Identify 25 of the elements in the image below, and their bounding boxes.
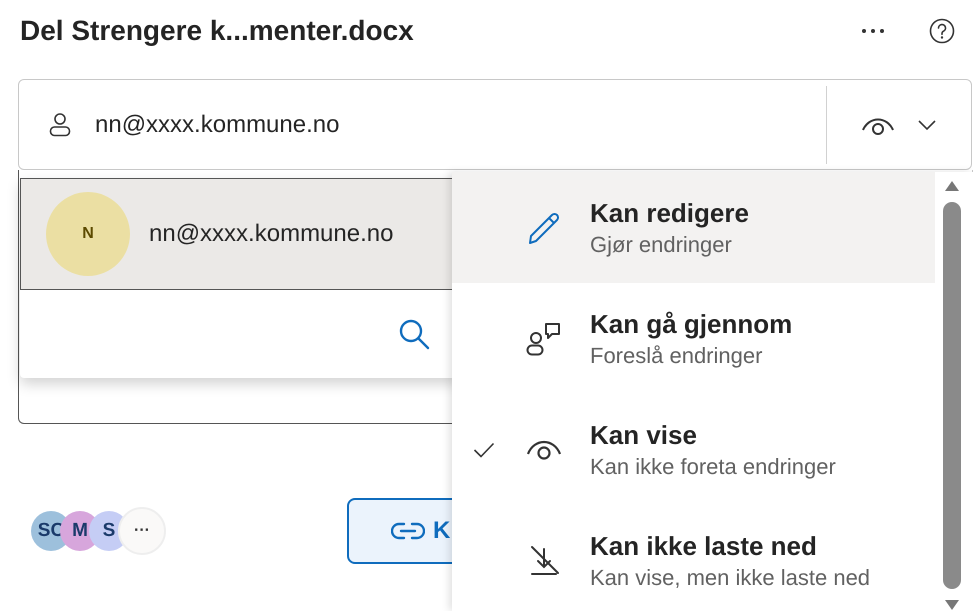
dialog-title: Del Strengere k...menter.docx: [20, 15, 414, 47]
more-options-icon[interactable]: [861, 28, 885, 34]
person-icon: [49, 112, 71, 136]
option-title: Kan redigere: [590, 198, 749, 228]
option-description: Kan ikke foreta endringer: [590, 454, 836, 480]
option-title: Kan vise: [590, 420, 698, 450]
help-icon[interactable]: [929, 18, 955, 44]
contact-avatar: N: [46, 192, 130, 276]
option-description: Foreslå endringer: [590, 342, 764, 368]
scroll-up-icon[interactable]: [944, 180, 960, 192]
scroll-down-icon[interactable]: [944, 599, 960, 611]
contact-email: nn@xxxx.kommune.no: [149, 220, 394, 248]
more-people-button[interactable]: ···: [118, 507, 166, 555]
permission-option[interactable]: Kan redigere Gjør endringer: [452, 172, 935, 283]
option-title: Kan gå gjennom: [590, 308, 792, 340]
scrollbar-thumb[interactable]: [943, 202, 961, 589]
link-icon: [391, 521, 425, 541]
option-description: Kan vise, men ikke laste ned: [590, 564, 870, 590]
option-description: Gjør endringer: [590, 232, 733, 258]
chevron-down-icon: [917, 118, 937, 130]
recipient-field[interactable]: nn@xxxx.kommune.no: [18, 79, 972, 170]
recipient-value: nn@xxxx.kommune.no: [95, 110, 340, 138]
search-icon[interactable]: [398, 318, 430, 350]
option-title: Kan ikke laste ned: [590, 530, 818, 562]
person-comment-icon: [526, 320, 562, 356]
